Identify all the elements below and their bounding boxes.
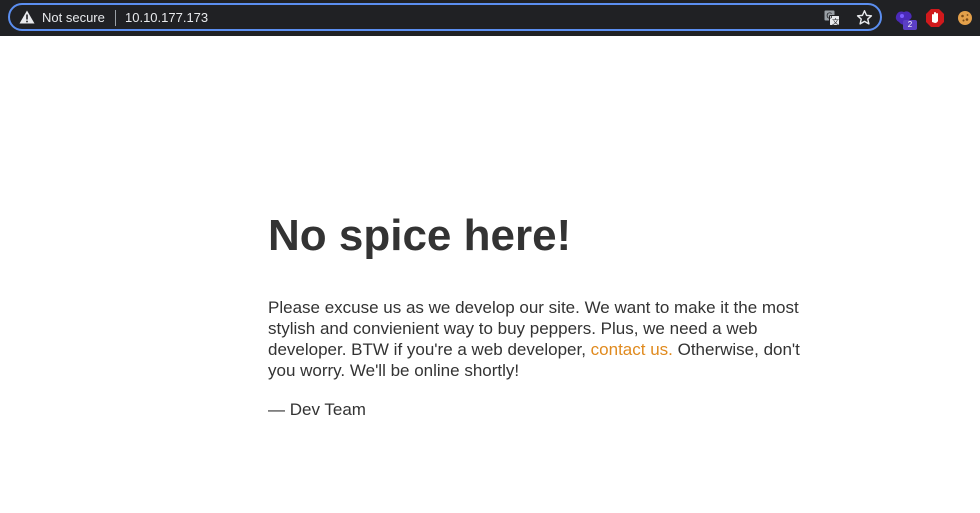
page-message: Please excuse us as we develop our site.… — [268, 297, 828, 381]
page-content: No spice here! Please excuse us as we de… — [268, 205, 828, 420]
extension-badge: 2 — [903, 20, 917, 30]
page-title: No spice here! — [268, 211, 572, 260]
contact-us-link[interactable]: contact us. — [591, 340, 673, 359]
signature: — Dev Team — [268, 400, 366, 419]
browser-toolbar: Not secure 10.10.177.173 G 文 2 — [0, 0, 980, 36]
omnibox-separator — [115, 10, 116, 26]
translate-icon[interactable]: G 文 — [824, 10, 840, 26]
svg-text:文: 文 — [832, 17, 839, 26]
security-status[interactable]: Not secure — [42, 10, 105, 26]
address-bar[interactable]: Not secure 10.10.177.173 G 文 — [8, 3, 882, 31]
url-text[interactable]: 10.10.177.173 — [125, 10, 208, 26]
bookmark-star-icon[interactable] — [856, 9, 873, 26]
warning-icon[interactable] — [19, 10, 35, 24]
adblock-icon[interactable] — [925, 8, 945, 28]
cookie-icon[interactable] — [955, 8, 975, 28]
